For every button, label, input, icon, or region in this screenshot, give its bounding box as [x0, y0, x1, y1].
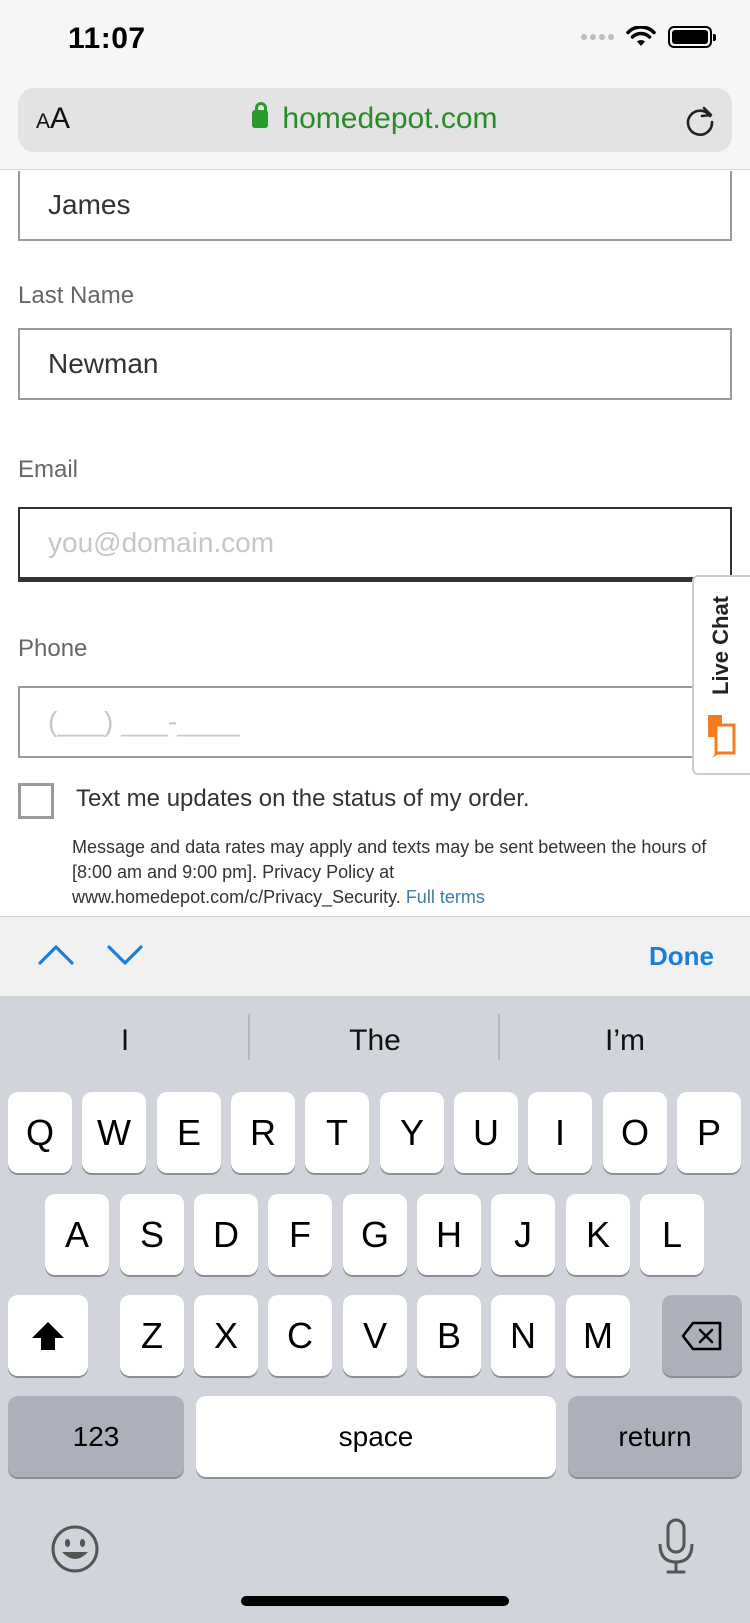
url-text: homedepot.com: [282, 102, 498, 135]
key-r[interactable]: R: [231, 1092, 295, 1173]
previous-field-icon[interactable]: [36, 939, 76, 969]
key-x[interactable]: X: [194, 1295, 258, 1376]
key-e[interactable]: E: [157, 1092, 221, 1173]
home-indicator[interactable]: [241, 1596, 509, 1606]
key-m[interactable]: M: [566, 1295, 630, 1376]
cellular-signal-icon: [581, 34, 614, 40]
status-time: 11:07: [68, 22, 146, 55]
last-name-label: Last Name: [18, 282, 135, 309]
key-k[interactable]: K: [566, 1194, 630, 1275]
done-button[interactable]: Done: [649, 941, 714, 972]
delete-icon: [681, 1321, 722, 1350]
shift-key[interactable]: [8, 1295, 88, 1376]
key-o[interactable]: O: [603, 1092, 667, 1173]
key-i[interactable]: I: [528, 1092, 592, 1173]
return-key[interactable]: return: [568, 1396, 742, 1477]
email-placeholder: you@domain.com: [48, 527, 275, 558]
suggestion-1[interactable]: I: [0, 1024, 250, 1058]
reload-icon[interactable]: [682, 102, 718, 138]
key-n[interactable]: N: [491, 1295, 555, 1376]
microphone-icon[interactable]: [654, 1516, 698, 1576]
key-f[interactable]: F: [268, 1194, 332, 1275]
suggestion-2[interactable]: The: [250, 1024, 500, 1058]
key-p[interactable]: P: [677, 1092, 741, 1173]
key-l[interactable]: L: [640, 1194, 704, 1275]
key-t[interactable]: T: [305, 1092, 369, 1173]
url-display[interactable]: homedepot.com: [18, 102, 732, 136]
contact-form: James Last Name Newman Email you@domain.…: [0, 171, 750, 916]
sms-opt-in-checkbox[interactable]: [18, 783, 54, 819]
keyboard: I The I’m Q W E R T Y U I O P A S D F G …: [0, 996, 750, 1623]
key-a[interactable]: A: [45, 1194, 109, 1275]
key-d[interactable]: D: [194, 1194, 258, 1275]
key-g[interactable]: G: [343, 1194, 407, 1275]
sms-disclaimer-text: Message and data rates may apply and tex…: [72, 837, 707, 907]
keyboard-accessory-bar: Done: [0, 916, 750, 996]
key-b[interactable]: B: [417, 1295, 481, 1376]
full-terms-link[interactable]: Full terms: [406, 887, 485, 907]
key-u[interactable]: U: [454, 1092, 518, 1173]
suggestion-3[interactable]: I’m: [500, 1024, 750, 1058]
last-name-value: Newman: [48, 348, 159, 379]
key-w[interactable]: W: [82, 1092, 146, 1173]
sms-opt-in-label: Text me updates on the status of my orde…: [76, 785, 530, 812]
key-q[interactable]: Q: [8, 1092, 72, 1173]
battery-icon: [668, 26, 716, 48]
email-label: Email: [18, 456, 79, 483]
wifi-icon: [626, 26, 656, 46]
live-chat-label: Live Chat: [708, 595, 733, 695]
key-y[interactable]: Y: [380, 1092, 444, 1173]
address-bar[interactable]: AA homedepot.com: [18, 88, 732, 152]
key-z[interactable]: Z: [120, 1295, 184, 1376]
sms-disclaimer: Message and data rates may apply and tex…: [72, 835, 712, 910]
last-name-field[interactable]: Newman: [18, 328, 732, 400]
delete-key[interactable]: [662, 1295, 742, 1376]
emoji-icon[interactable]: [50, 1524, 100, 1574]
key-j[interactable]: J: [491, 1194, 555, 1275]
key-s[interactable]: S: [120, 1194, 184, 1275]
key-h[interactable]: H: [417, 1194, 481, 1275]
browser-chrome: 11:07 AA homedepot.com: [0, 0, 750, 170]
phone-label: Phone: [18, 635, 88, 662]
shift-icon: [32, 1321, 64, 1350]
first-name-value: James: [48, 189, 131, 220]
status-icons: [581, 26, 716, 48]
chat-bubble-icon: [708, 715, 736, 758]
first-name-field[interactable]: James: [18, 171, 732, 241]
lock-icon: [252, 102, 269, 128]
key-c[interactable]: C: [268, 1295, 332, 1376]
next-field-icon[interactable]: [105, 939, 145, 969]
phone-placeholder: (___) ___-____: [48, 706, 240, 737]
live-chat-tab[interactable]: Live Chat: [692, 575, 750, 775]
space-key[interactable]: space: [196, 1396, 556, 1477]
email-field[interactable]: you@domain.com: [18, 507, 732, 582]
numbers-key[interactable]: 123: [8, 1396, 184, 1477]
phone-field[interactable]: (___) ___-____: [18, 686, 732, 758]
key-v[interactable]: V: [343, 1295, 407, 1376]
